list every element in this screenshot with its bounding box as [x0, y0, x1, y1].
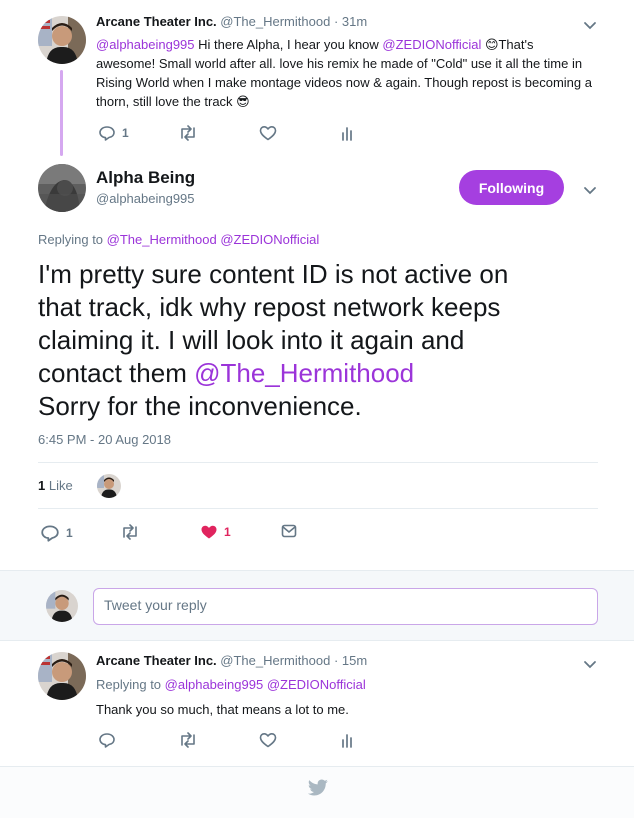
avatar-arcane-theater[interactable] [38, 652, 86, 700]
tweet3-text: Thank you so much, that means a lot to m… [96, 702, 349, 717]
like-button[interactable] [259, 732, 277, 748]
liker-avatar[interactable] [97, 474, 121, 498]
separator: · [333, 653, 339, 668]
mention-link[interactable]: @ZEDIONofficial [267, 677, 366, 692]
likes-label: Like [48, 478, 73, 493]
replying-prefix: Replying to [96, 677, 162, 692]
replying-to: Replying to @The_Hermithood @ZEDIONoffic… [38, 232, 319, 247]
mention-link[interactable]: @The_Hermithood [194, 358, 414, 388]
analytics-button[interactable] [340, 732, 354, 748]
replying-prefix: Replying to [38, 232, 104, 247]
dm-button[interactable] [281, 524, 297, 538]
tweet1-body: @alphabeing995 Hi there Alpha, I hear yo… [96, 35, 596, 111]
twitter-bird-icon [307, 779, 329, 802]
reply-icon [99, 126, 115, 141]
like-count: 1 [224, 525, 231, 539]
tweet-text: contact them [38, 358, 195, 388]
mention-link[interactable]: @alphabeing995 [96, 37, 195, 52]
retweet-button[interactable] [120, 524, 140, 540]
like-icon [259, 733, 277, 748]
like-icon [201, 525, 217, 539]
dm-icon [281, 524, 297, 538]
chevron-down-icon[interactable] [583, 18, 597, 36]
reply-count: 1 [122, 126, 129, 140]
mention-link[interactable]: @The_Hermithood [107, 232, 217, 247]
divider [38, 462, 598, 463]
tweet1-actions: 1 [98, 125, 398, 145]
following-button[interactable]: Following [459, 170, 564, 205]
retweet-button[interactable] [178, 125, 198, 141]
tweet-text-line: I'm pretty sure content ID is not active… [38, 259, 509, 289]
reply-count: 1 [66, 526, 73, 540]
footer-bar [0, 766, 634, 818]
thread-connector-line [60, 70, 63, 156]
retweet-button[interactable] [178, 732, 198, 748]
reply-button[interactable]: 1 [98, 125, 129, 141]
mention-link[interactable]: @ZEDIONofficial [220, 232, 319, 247]
composer-avatar[interactable] [46, 590, 78, 622]
mention-link[interactable]: @ZEDIONofficial [382, 37, 481, 52]
like-button[interactable] [259, 125, 277, 141]
likes-count: 1 [38, 478, 46, 493]
tweet-time[interactable]: 15m [342, 653, 367, 668]
retweet-icon [123, 524, 137, 540]
author-name[interactable]: Arcane Theater Inc. [96, 653, 217, 668]
reply-button[interactable] [98, 732, 116, 748]
divider [38, 508, 598, 509]
chevron-down-icon[interactable] [583, 657, 597, 675]
main-tweet-actions: 1 1 [40, 524, 340, 544]
reply-icon [41, 525, 59, 542]
main-author-name[interactable]: Alpha Being [96, 168, 195, 188]
reply-icon [99, 733, 115, 748]
tweet3-replying-to: Replying to @alphabeing995 @ZEDIONoffici… [96, 677, 366, 692]
retweet-icon [181, 732, 195, 748]
avatar-alpha-being[interactable] [38, 164, 86, 212]
analytics-icon [342, 734, 352, 748]
analytics-icon [342, 127, 352, 141]
author-handle[interactable]: @The_Hermithood [220, 653, 330, 668]
separator: · [333, 14, 339, 29]
reply-button[interactable]: 1 [40, 524, 73, 542]
mention-link[interactable]: @alphabeing995 [165, 677, 264, 692]
like-icon [259, 126, 277, 141]
tweet-text-line: that track, idk why repost network keeps [38, 292, 501, 322]
author-handle[interactable]: @The_Hermithood [220, 14, 330, 29]
analytics-button[interactable] [340, 125, 354, 141]
author-name[interactable]: Arcane Theater Inc. [96, 14, 217, 29]
tweet-text-line: claiming it. I will look into it again a… [38, 325, 465, 355]
tweet-text-line: Sorry for the inconvenience. [38, 391, 362, 421]
likes-summary[interactable]: 1 Like [38, 478, 73, 493]
tweet3-actions [98, 732, 398, 752]
tweet-reply-input[interactable]: Tweet your reply [93, 588, 598, 625]
tweet-text: Hi there Alpha, I hear you know [194, 37, 383, 52]
like-button[interactable]: 1 [200, 524, 231, 540]
tweet-text-line: contact them @The_Hermithood [38, 357, 608, 390]
tweet-timestamp[interactable]: 6:45 PM - 20 Aug 2018 [38, 432, 171, 447]
reply-composer: Tweet your reply [0, 570, 634, 641]
tweet-time[interactable]: 31m [342, 14, 367, 29]
avatar-arcane-theater[interactable] [38, 16, 86, 64]
tweet1-header: Arcane Theater Inc. @The_Hermithood · 31… [96, 14, 576, 29]
main-author-handle[interactable]: @alphabeing995 [96, 191, 195, 206]
retweet-icon [181, 125, 195, 141]
tweet3-header: Arcane Theater Inc. @The_Hermithood · 15… [96, 653, 576, 668]
main-tweet-body: I'm pretty sure content ID is not active… [38, 258, 608, 423]
chevron-down-icon[interactable] [583, 183, 597, 201]
